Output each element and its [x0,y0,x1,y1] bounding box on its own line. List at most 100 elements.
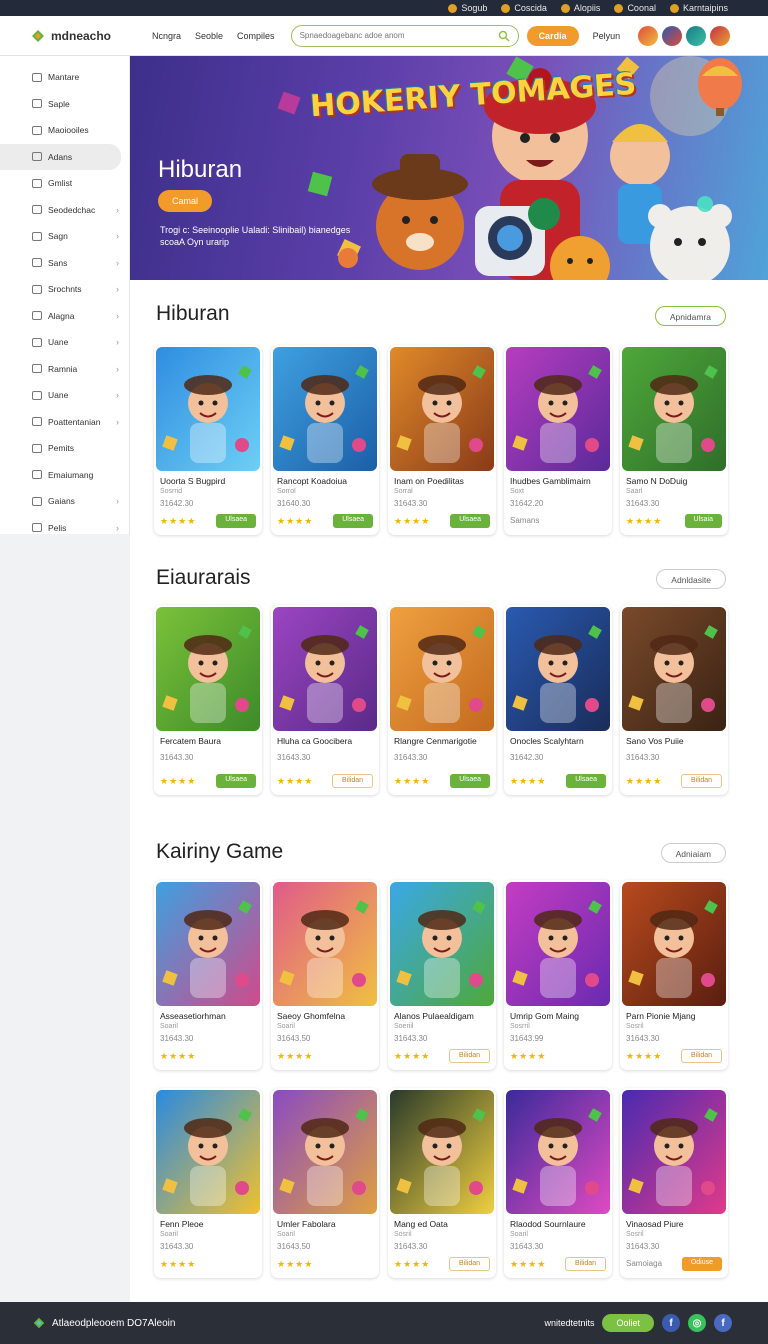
sidebar-item[interactable]: Saple [0,91,129,118]
sidebar-item[interactable]: Srochnts › [0,276,129,303]
nav-link[interactable]: Ncngra [152,31,181,41]
game-thumbnail[interactable] [390,882,494,1006]
game-thumbnail[interactable] [273,882,377,1006]
footer-button[interactable]: Ooliet [602,1314,654,1332]
sidebar-item[interactable]: Seodedchac › [0,197,129,224]
game-thumbnail[interactable] [506,1090,610,1214]
game-card[interactable]: Samo N DoDuig Saarl 31643.30 ★★★★ Ulsaia [620,345,728,535]
game-title: Rlangre Cenmarigotie [394,736,477,746]
topbar-item[interactable]: Coonal [614,3,656,13]
topbar-item[interactable]: Sogub [448,3,487,13]
game-card[interactable]: Rlaodod Sournlaure Soaril 31643.30 ★★★★ Bili… [504,1088,612,1278]
game-thumbnail[interactable] [156,1090,260,1214]
search-bar[interactable] [290,24,519,47]
see-all-button[interactable]: Adnldasite [656,569,726,589]
sidebar-item[interactable]: Uane › [0,382,129,409]
globe-icon[interactable] [686,25,707,46]
game-card[interactable]: Fenn Pleoe Soaril 31643.30 ★★★★ [154,1088,262,1278]
topbar-item[interactable]: Karntaipins [669,3,728,13]
game-card[interactable]: Mang ed Oata Sosril 31643.30 ★★★★ Bilidan [388,1088,496,1278]
see-all-button[interactable]: Apnidamra [654,306,726,326]
chat-icon[interactable]: ◎ [688,1314,706,1332]
play-button[interactable]: Ulsaea [216,774,256,788]
play-button[interactable]: Bilidan [680,774,722,788]
game-card[interactable]: Onocles Scalyhtarn 31642.30 ★★★★ Ulsaea [504,605,612,795]
sidebar-item[interactable]: Mantare [0,64,129,91]
game-thumbnail[interactable] [390,607,494,731]
game-card[interactable]: Rlangre Cenmarigotie 31643.30 ★★★★ Ulsaea [388,605,496,795]
play-button[interactable]: Bilidan [680,1049,722,1063]
sidebar-item[interactable]: Alagna › [0,303,129,330]
game-card[interactable]: Vinaosad Piure Sosril 31643.30 Samoiaga Odiu… [620,1088,728,1278]
game-card[interactable]: Hluha ca Goocibera 31643.30 ★★★★ Bilidan [271,605,379,795]
game-thumbnail[interactable] [622,607,726,731]
game-card[interactable]: Umler Fabolara Soaril 31643.50 ★★★★ [271,1088,379,1278]
play-button[interactable]: Ulsaea [566,774,606,788]
sidebar-item[interactable]: Poattentanian › [0,409,129,436]
game-thumbnail[interactable] [622,1090,726,1214]
play-button[interactable]: Bilidan [564,1257,606,1271]
sidebar-item[interactable]: Ramnia › [0,356,129,383]
play-button[interactable]: Bilidan [448,1049,490,1063]
sidebar-item[interactable]: Gaians › [0,488,129,515]
game-card[interactable]: Parn Pionie Mjang Sosril 31643.30 ★★★★ Bilid… [620,880,728,1070]
play-button[interactable]: Bilidan [448,1257,490,1271]
footer-brand[interactable]: Atlaeodpleooem DO7Aleoin [32,1316,175,1330]
play-button[interactable]: Ulsaea [333,514,373,528]
game-card[interactable]: Rancopt Koadoiua Sorrol 31640.30 ★★★★ Ulsaea [271,345,379,535]
sidebar-item[interactable]: Pemits [0,435,129,462]
play-button[interactable]: Bilidan [331,774,373,788]
game-card[interactable]: Sano Vos Puiie 31643.30 ★★★★ Bilidan [620,605,728,795]
site-logo[interactable]: mdneacho [30,28,142,44]
sidebar-item[interactable]: Gmlist [0,170,129,197]
hero-cta-button[interactable]: Camal [158,190,213,212]
game-thumbnail[interactable] [622,347,726,471]
game-thumbnail[interactable] [156,882,260,1006]
game-card[interactable]: Ihudbes Gamblimairn Soxt 31642.20 Samans [504,345,612,535]
game-card[interactable]: Saeoy Ghomfelna Soaril 31643.50 ★★★★ [271,880,379,1070]
sidebar-item[interactable]: Sagn › [0,223,129,250]
game-thumbnail[interactable] [506,882,610,1006]
facebook-icon[interactable]: f [714,1314,732,1332]
see-all-button[interactable]: Adniaiam [660,843,726,863]
game-card[interactable]: Asseasetiorhman Soaril 31643.30 ★★★★ [154,880,262,1070]
game-thumbnail[interactable] [622,882,726,1006]
header-icons [638,25,731,46]
play-button[interactable]: Ulsaea [450,514,490,528]
sidebar-item[interactable]: Maoiooiles [0,117,129,144]
search-icon[interactable] [498,30,510,42]
avatar[interactable] [710,25,731,46]
facebook-icon[interactable]: f [662,1314,680,1332]
game-thumbnail[interactable] [506,607,610,731]
game-thumbnail[interactable] [273,1090,377,1214]
header-link[interactable]: Pelyun [593,31,621,41]
sidebar-item[interactable]: Emaiumang [0,462,129,489]
game-card[interactable]: Umrip Gom Maing Sosrril 31643.99 ★★★★ [504,880,612,1070]
game-thumbnail[interactable] [390,347,494,471]
play-button[interactable]: Odiuse [681,1257,722,1271]
nav-link[interactable]: Seoble [195,31,223,41]
game-thumbnail[interactable] [273,607,377,731]
game-thumbnail[interactable] [273,347,377,471]
topbar-item[interactable]: Alopiis [560,3,600,13]
game-thumbnail[interactable] [156,607,260,731]
sidebar-item[interactable]: Sans › [0,250,129,277]
game-thumbnail[interactable] [156,347,260,471]
game-thumbnail[interactable] [390,1090,494,1214]
header-cta-button[interactable]: Cardia [526,25,579,46]
play-button[interactable]: Ulsaea [450,774,490,788]
game-thumbnail[interactable] [506,347,610,471]
topbar-item[interactable]: Coscida [501,3,547,13]
nav-link[interactable]: Compiles [237,31,275,41]
play-button[interactable]: Ulsaia [684,514,722,528]
sidebar-item[interactable]: Uane › [0,329,129,356]
search-input[interactable] [299,31,498,40]
sidebar-item[interactable]: Adans [0,143,121,170]
game-card[interactable]: Alanos Pulaealdigam Soeriil 31643.30 ★★★★ Bi… [388,880,496,1070]
play-button[interactable]: Ulsaea [216,514,256,528]
game-card[interactable]: Uoorta S Bugpird Sosrrid 31642.30 ★★★★ Ulsae… [154,345,262,535]
game-card[interactable]: Inam on Poedilitas Sorral 31643.30 ★★★★ Ulsa… [388,345,496,535]
flag-icon[interactable] [662,25,683,46]
game-card[interactable]: Fercatem Baura 31643.30 ★★★★ Ulsaea [154,605,262,795]
gift-icon[interactable] [638,25,659,46]
